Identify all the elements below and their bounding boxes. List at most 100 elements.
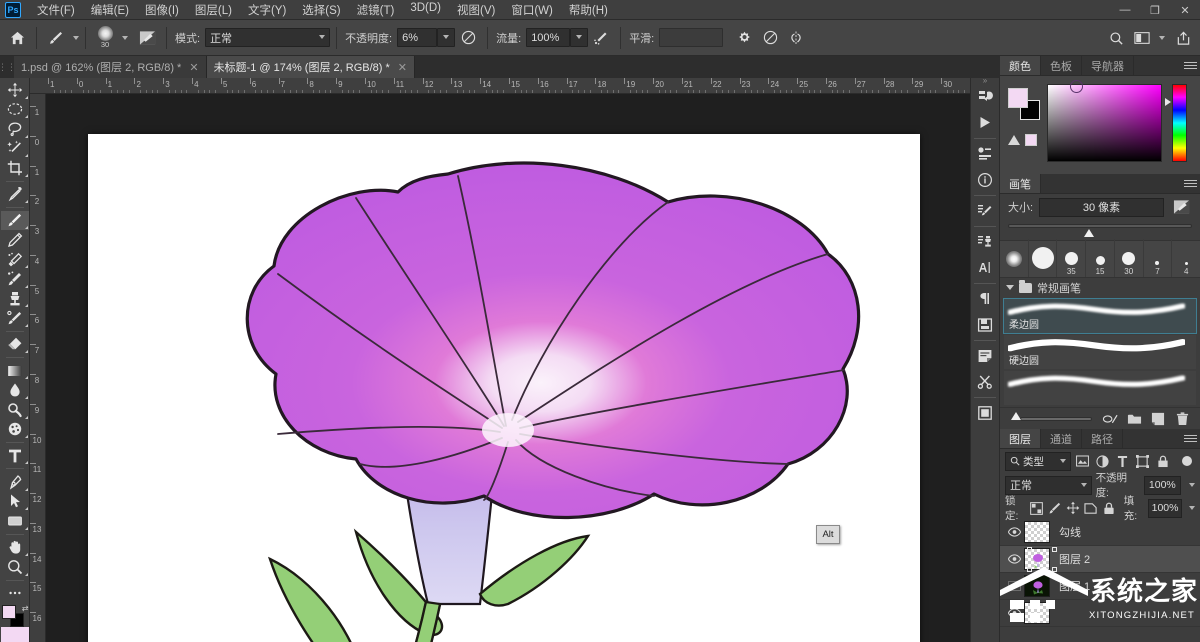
brush-settings-icon[interactable] — [971, 198, 999, 224]
character-icon[interactable] — [971, 255, 999, 281]
menu-item-3[interactable]: 图层(L) — [187, 0, 240, 20]
opacity-input[interactable]: 6% — [397, 28, 437, 47]
brush-size-slider[interactable] — [1000, 224, 1200, 240]
new-brush-icon[interactable] — [1146, 409, 1170, 429]
color-spectrum-field[interactable] — [1047, 84, 1162, 162]
share-icon[interactable] — [1170, 26, 1196, 50]
smoothing-input[interactable] — [659, 28, 723, 47]
panel-menu-icon[interactable] — [1184, 178, 1197, 189]
brush-size-input[interactable]: 30 像素 — [1039, 198, 1164, 217]
menu-item-5[interactable]: 选择(S) — [294, 0, 348, 20]
web-safe-swatch[interactable] — [1025, 134, 1037, 146]
info-icon[interactable] — [971, 167, 999, 193]
filter-toggle-icon[interactable] — [1178, 452, 1195, 471]
filter-type-icon[interactable] — [1114, 452, 1131, 471]
pencil-tool[interactable] — [1, 230, 29, 250]
preset-large[interactable] — [1028, 239, 1057, 277]
menu-item-0[interactable]: 文件(F) — [29, 0, 83, 20]
menu-item-8[interactable]: 视图(V) — [449, 0, 503, 20]
lock-transparency-icon[interactable] — [1029, 499, 1044, 517]
tab-paths[interactable]: 路径 — [1082, 429, 1123, 448]
search-icon[interactable] — [1103, 26, 1129, 50]
preset-15[interactable]: 15 — [1085, 239, 1114, 277]
layer-filter-kind-select[interactable]: 类型 — [1005, 452, 1071, 471]
foreground-background-swatches[interactable]: ⇄ — [2, 605, 28, 625]
menu-item-10[interactable]: 帮助(H) — [561, 0, 616, 20]
document-tab-1[interactable]: 未标题-1 @ 174% (图层 2, RGB/8) *✕ — [207, 56, 415, 78]
panel-menu-icon[interactable] — [1184, 433, 1197, 444]
notes-icon[interactable] — [971, 343, 999, 369]
brush-preset-0[interactable]: 柔边圆 — [1004, 299, 1196, 333]
menu-item-7[interactable]: 3D(D) — [402, 0, 449, 20]
layer-fill-caret[interactable] — [1189, 506, 1195, 510]
color-picker-ring[interactable] — [1070, 80, 1083, 93]
mixer-brush-tool[interactable] — [1, 269, 29, 289]
workspace-caret[interactable] — [1159, 36, 1165, 40]
brush-preset-picker[interactable]: 30 — [92, 25, 118, 51]
brush-group-row[interactable]: 常规画笔 — [1000, 278, 1200, 297]
adjustments-scissors-icon[interactable] — [971, 369, 999, 395]
symmetry-icon[interactable] — [783, 26, 809, 50]
sponge-tool[interactable] — [1, 420, 29, 440]
rectangle-tool[interactable] — [1, 511, 29, 531]
history-brush-tool[interactable] — [1, 308, 29, 328]
preset-35[interactable]: 35 — [1056, 239, 1085, 277]
layer-visibility-toggle[interactable] — [1004, 600, 1024, 627]
close-button[interactable]: ✕ — [1170, 0, 1200, 20]
pressure-opacity-icon[interactable] — [455, 26, 481, 50]
menu-item-1[interactable]: 编辑(E) — [83, 0, 137, 20]
new-group-icon[interactable] — [1122, 409, 1146, 429]
slider-knob[interactable] — [1011, 412, 1021, 420]
zoom-tool[interactable] — [1, 557, 29, 577]
layer-row[interactable]: 勾线 — [1000, 519, 1200, 546]
lock-artboard-icon[interactable] — [1084, 499, 1099, 517]
layer-opacity-caret[interactable] — [1189, 483, 1195, 487]
brush-preset-2[interactable] — [1004, 371, 1196, 405]
adjustments-icon[interactable] — [971, 141, 999, 167]
eraser-tool[interactable] — [1, 335, 29, 355]
tab-layers[interactable]: 图层 — [1000, 429, 1041, 448]
lock-image-icon[interactable] — [1047, 499, 1062, 517]
brush-preset-caret[interactable] — [122, 36, 128, 40]
brush-thumbnail-size-slider[interactable] — [1020, 417, 1092, 421]
lock-position-icon[interactable] — [1065, 499, 1080, 517]
filter-smart-object-icon[interactable] — [1154, 452, 1171, 471]
tab-channels[interactable]: 通道 — [1041, 429, 1082, 448]
preset-30[interactable]: 30 — [1114, 239, 1143, 277]
clone-stamp-tool[interactable] — [1, 289, 29, 309]
eyedropper-tool[interactable] — [1, 184, 29, 204]
chevron-down-icon[interactable] — [1006, 285, 1014, 290]
move-tool[interactable] — [1, 80, 29, 100]
color-swatch-pair[interactable] — [1008, 88, 1042, 120]
layer-visibility-toggle[interactable] — [1004, 519, 1024, 546]
layer-opacity-input[interactable]: 100% — [1144, 476, 1181, 495]
airbrush-icon[interactable] — [588, 26, 614, 50]
blend-mode-select[interactable]: 正常 — [205, 28, 330, 47]
gradient-tool[interactable] — [1, 361, 29, 381]
slider-knob[interactable] — [1084, 229, 1094, 237]
tab-navigator[interactable]: 导航器 — [1082, 56, 1134, 75]
opacity-dropdown[interactable] — [437, 28, 455, 47]
channels-stack-icon[interactable] — [971, 400, 999, 426]
flow-input[interactable]: 100% — [526, 28, 570, 47]
vertical-ruler[interactable]: 101234567891011121314151617 — [30, 94, 46, 642]
actions-play-icon[interactable] — [971, 110, 999, 136]
swap-colors-icon[interactable]: ⇄ — [22, 604, 29, 613]
tab-swatches[interactable]: 色板 — [1041, 56, 1082, 75]
layer-blend-mode-select[interactable]: 正常 — [1005, 476, 1092, 495]
type-tool[interactable] — [1, 446, 29, 466]
tab-color[interactable]: 颜色 — [1000, 56, 1041, 75]
brush-preferences-icon[interactable] — [1170, 197, 1192, 217]
layer-row[interactable]: 图层 1 — [1000, 573, 1200, 600]
document-tab-0[interactable]: 1.psd @ 162% (图层 2, RGB/8) *✕ — [14, 56, 207, 78]
layer-visibility-toggle[interactable] — [1004, 546, 1024, 573]
gear-icon[interactable] — [731, 26, 757, 50]
restore-button[interactable]: ❐ — [1140, 0, 1170, 20]
soft-round-preview[interactable] — [1000, 239, 1028, 277]
filter-shape-icon[interactable] — [1134, 452, 1151, 471]
menu-item-4[interactable]: 文字(Y) — [240, 0, 294, 20]
clone-source-icon[interactable] — [971, 229, 999, 255]
close-icon[interactable]: ✕ — [189, 61, 198, 74]
preset-7[interactable]: 7 — [1143, 239, 1172, 277]
out-of-gamut-warning-icon[interactable] — [1008, 135, 1020, 145]
